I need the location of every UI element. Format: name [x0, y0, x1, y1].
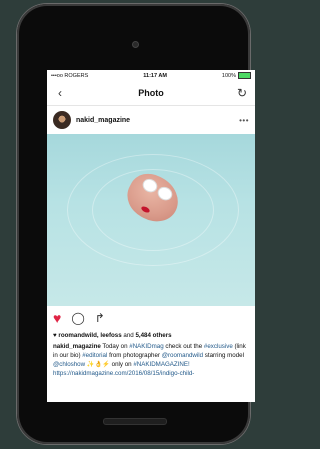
caption-text: check out the	[163, 343, 204, 350]
heart-small-icon: ♥	[53, 332, 57, 339]
post-actions: ♥ ◯ ↱	[47, 306, 255, 330]
hashtag[interactable]: #NAKIDMAGAZINE!	[133, 361, 189, 368]
nav-bar: ‹ Photo ↻	[47, 81, 255, 106]
share-icon[interactable]: ↱	[95, 311, 105, 325]
back-chevron-icon[interactable]: ‹	[53, 86, 67, 100]
refresh-icon[interactable]: ↻	[235, 86, 249, 100]
mention[interactable]: @chloshow	[53, 361, 85, 368]
caption-link[interactable]: https://nakidmagazine.com/2016/08/15/ind…	[53, 370, 194, 377]
status-bar: •••oo ROGERS 11:17 AM 100%	[47, 70, 255, 81]
hashtag[interactable]: #editorial	[82, 352, 107, 359]
clock: 11:17 AM	[143, 72, 167, 79]
home-button[interactable]	[103, 418, 167, 425]
likes-and: and	[121, 332, 136, 339]
page-title: Photo	[138, 88, 164, 98]
battery-percent: 100%	[221, 72, 236, 79]
post-header: nakid_magazine •••	[47, 106, 255, 134]
post-photo[interactable]	[47, 134, 255, 306]
caption-text: from photographer	[107, 352, 162, 359]
phone-frame: •••oo ROGERS 11:17 AM 100% ‹ Photo ↻ nak…	[17, 4, 255, 444]
mention[interactable]: @roomandwild	[162, 352, 203, 359]
hashtag[interactable]: #exclusive	[204, 343, 233, 350]
post-caption: nakid_magazine Today on #NAKIDmag check …	[47, 342, 255, 378]
heart-icon[interactable]: ♥	[53, 310, 61, 326]
battery-indicator: 100%	[222, 72, 251, 79]
caption-text: Today on	[100, 343, 130, 350]
avatar[interactable]	[53, 111, 71, 129]
more-options-icon[interactable]: •••	[239, 116, 249, 125]
likes-line: ♥ roomandwild, leefoss and 5,484 others	[47, 330, 255, 342]
screen: •••oo ROGERS 11:17 AM 100% ‹ Photo ↻ nak…	[47, 70, 255, 402]
carrier-label: •••oo ROGERS	[51, 72, 89, 79]
likes-users[interactable]: roomandwild, leefoss	[58, 332, 121, 339]
post-username[interactable]: nakid_magazine	[76, 117, 239, 124]
camera-icon	[132, 41, 139, 48]
caption-text: ✨👌⚡ only on	[85, 361, 134, 368]
comment-icon[interactable]: ◯	[71, 311, 84, 325]
hashtag[interactable]: #NAKIDmag	[129, 343, 163, 350]
caption-username[interactable]: nakid_magazine	[53, 343, 101, 350]
caption-text: starring model	[203, 352, 245, 359]
likes-count[interactable]: 5,484 others	[135, 332, 171, 339]
battery-icon	[238, 72, 251, 79]
